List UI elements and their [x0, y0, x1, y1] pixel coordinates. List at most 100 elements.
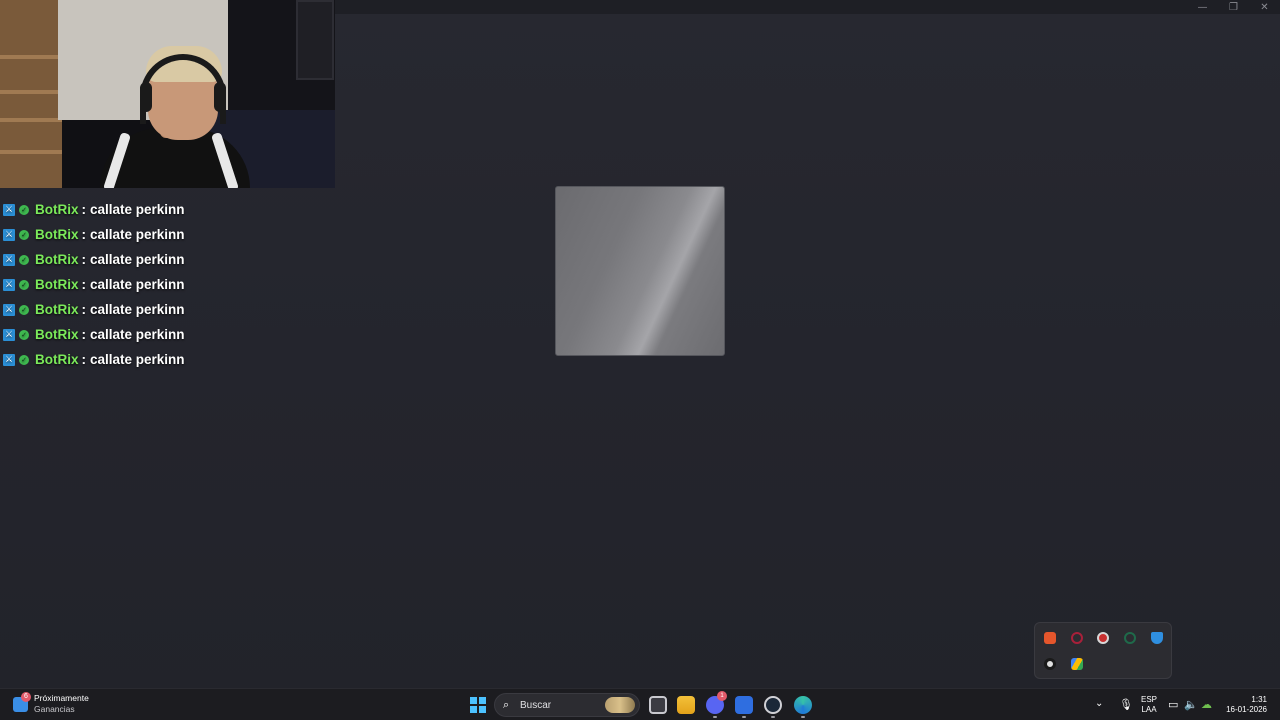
verified-icon: ✓ [19, 204, 29, 215]
chat-text: callate perkinn [90, 202, 185, 217]
discord-icon[interactable]: 1 [706, 691, 727, 714]
chat-text: callate perkinn [90, 302, 185, 317]
chat-separator: : [81, 227, 87, 242]
moderator-icon: ⚔ [3, 328, 15, 341]
task-view-icon[interactable] [649, 696, 667, 714]
moderator-icon: ⚔ [3, 303, 15, 316]
moderator-icon: ⚔ [3, 228, 15, 241]
chat-username: BotRix [35, 227, 79, 242]
windows-logo-tile [479, 697, 486, 704]
steam-icon[interactable] [764, 696, 782, 714]
razer-icon[interactable]: ☁ [1201, 698, 1212, 711]
keyboard-layout: LAA [1141, 705, 1157, 714]
moderator-icon: ⚔ [3, 353, 15, 366]
widget-text: Próximamente Ganancias [34, 693, 89, 715]
maximize-button[interactable]: ❐ [1218, 0, 1249, 14]
close-button[interactable]: ✕ [1249, 0, 1280, 14]
chat-separator: : [81, 252, 87, 267]
show-hidden-icons-chevron-icon[interactable]: ⌄ [1095, 698, 1103, 709]
search-highlight-image [605, 697, 635, 713]
chat-message: ⚔ ✓ BotRix : callate perkinn [3, 297, 185, 322]
widget-subtitle: Ganancias [34, 704, 75, 714]
verified-icon: ✓ [19, 229, 29, 240]
search-icon: ⌕ [503, 698, 510, 711]
verified-icon: ✓ [19, 329, 29, 340]
file-explorer-icon[interactable] [677, 696, 695, 714]
running-indicator [742, 716, 746, 718]
taskbar-search[interactable]: ⌕ Buscar [494, 693, 640, 717]
defender-icon[interactable] [1151, 632, 1163, 644]
tray-overflow-popup [1034, 622, 1172, 679]
app-green-icon[interactable] [1124, 632, 1136, 644]
widgets-button[interactable]: 6 Próximamente Ganancias [13, 691, 89, 715]
verified-icon: ✓ [19, 354, 29, 365]
chat-text: callate perkinn [90, 352, 185, 367]
resolve-icon[interactable] [1097, 632, 1109, 644]
clock[interactable]: 1:31 16-01-2026 [1226, 695, 1267, 715]
network-icon[interactable]: ▭ [1168, 698, 1178, 711]
verified-icon: ✓ [19, 279, 29, 290]
running-indicator [771, 716, 775, 718]
window-controls: — ❐ ✕ [1187, 0, 1280, 14]
minimize-button[interactable]: — [1187, 0, 1218, 14]
webcam-shelf-board [0, 150, 62, 154]
webcam-shelf-board [0, 55, 62, 59]
obs-icon[interactable] [1044, 632, 1056, 644]
windows-logo-tile [470, 706, 477, 713]
start-button[interactable] [470, 697, 486, 713]
chat-username: BotRix [35, 252, 79, 267]
chat-separator: : [81, 302, 87, 317]
chat-message: ⚔ ✓ BotRix : callate perkinn [3, 197, 185, 222]
discord-badge: 1 [717, 691, 727, 701]
widgets-icon: 6 [13, 691, 31, 712]
moderator-icon: ⚔ [3, 278, 15, 291]
chat-message: ⚔ ✓ BotRix : callate perkinn [3, 272, 185, 297]
chat-text: callate perkinn [90, 277, 185, 292]
roblox-icon[interactable] [735, 696, 753, 714]
drive-icon[interactable] [1071, 658, 1083, 670]
volume-icon[interactable]: 🔈 [1184, 698, 1198, 711]
chat-username: BotRix [35, 202, 79, 217]
chat-separator: : [81, 202, 87, 217]
clock-time: 1:31 [1251, 695, 1267, 704]
running-indicator [801, 716, 805, 718]
chat-text: callate perkinn [90, 327, 185, 342]
microphone-icon[interactable]: 🎙 [1119, 698, 1133, 711]
windows-logo-tile [479, 706, 486, 713]
edge-icon[interactable] [794, 696, 812, 714]
webcam-headset-ear [214, 82, 226, 112]
webcam-headset-ear [140, 82, 152, 112]
verified-icon: ✓ [19, 254, 29, 265]
language-code: ESP [1141, 695, 1158, 704]
moderator-icon: ⚔ [3, 253, 15, 266]
chat-text: callate perkinn [90, 252, 185, 267]
webcam-shelf-board [0, 90, 62, 94]
chat-overlay: ⚔ ✓ BotRix : callate perkinn ⚔ ✓ BotRix … [3, 197, 185, 372]
clock-date: 16-01-2026 [1226, 705, 1267, 714]
steam-tray-icon[interactable] [1044, 658, 1056, 670]
chat-message: ⚔ ✓ BotRix : callate perkinn [3, 247, 185, 272]
taskbar: 6 Próximamente Ganancias ⌕ Buscar 1 ⌄ 🎙 … [0, 688, 1280, 720]
moderator-icon: ⚔ [3, 203, 15, 216]
chat-message: ⚔ ✓ BotRix : callate perkinn [3, 222, 185, 247]
app-red-icon[interactable] [1071, 632, 1083, 644]
webcam-overlay [0, 0, 335, 188]
chat-separator: : [81, 277, 87, 292]
widget-title: Próximamente [34, 693, 89, 703]
chat-username: BotRix [35, 327, 79, 342]
webcam-shelf [0, 0, 62, 188]
chat-username: BotRix [35, 352, 79, 367]
loading-placeholder [555, 186, 725, 356]
chat-separator: : [81, 352, 87, 367]
windows-logo-tile [470, 697, 477, 704]
webcam-shelf-board [0, 118, 62, 122]
chat-message: ⚔ ✓ BotRix : callate perkinn [3, 347, 185, 372]
search-label: Buscar [520, 699, 552, 711]
notification-badge: 6 [21, 691, 31, 702]
chat-separator: : [81, 327, 87, 342]
chat-message: ⚔ ✓ BotRix : callate perkinn [3, 322, 185, 347]
chat-username: BotRix [35, 302, 79, 317]
language-indicator[interactable]: ESP LAA [1141, 695, 1157, 715]
running-indicator [713, 716, 717, 718]
webcam-frame [296, 0, 334, 80]
